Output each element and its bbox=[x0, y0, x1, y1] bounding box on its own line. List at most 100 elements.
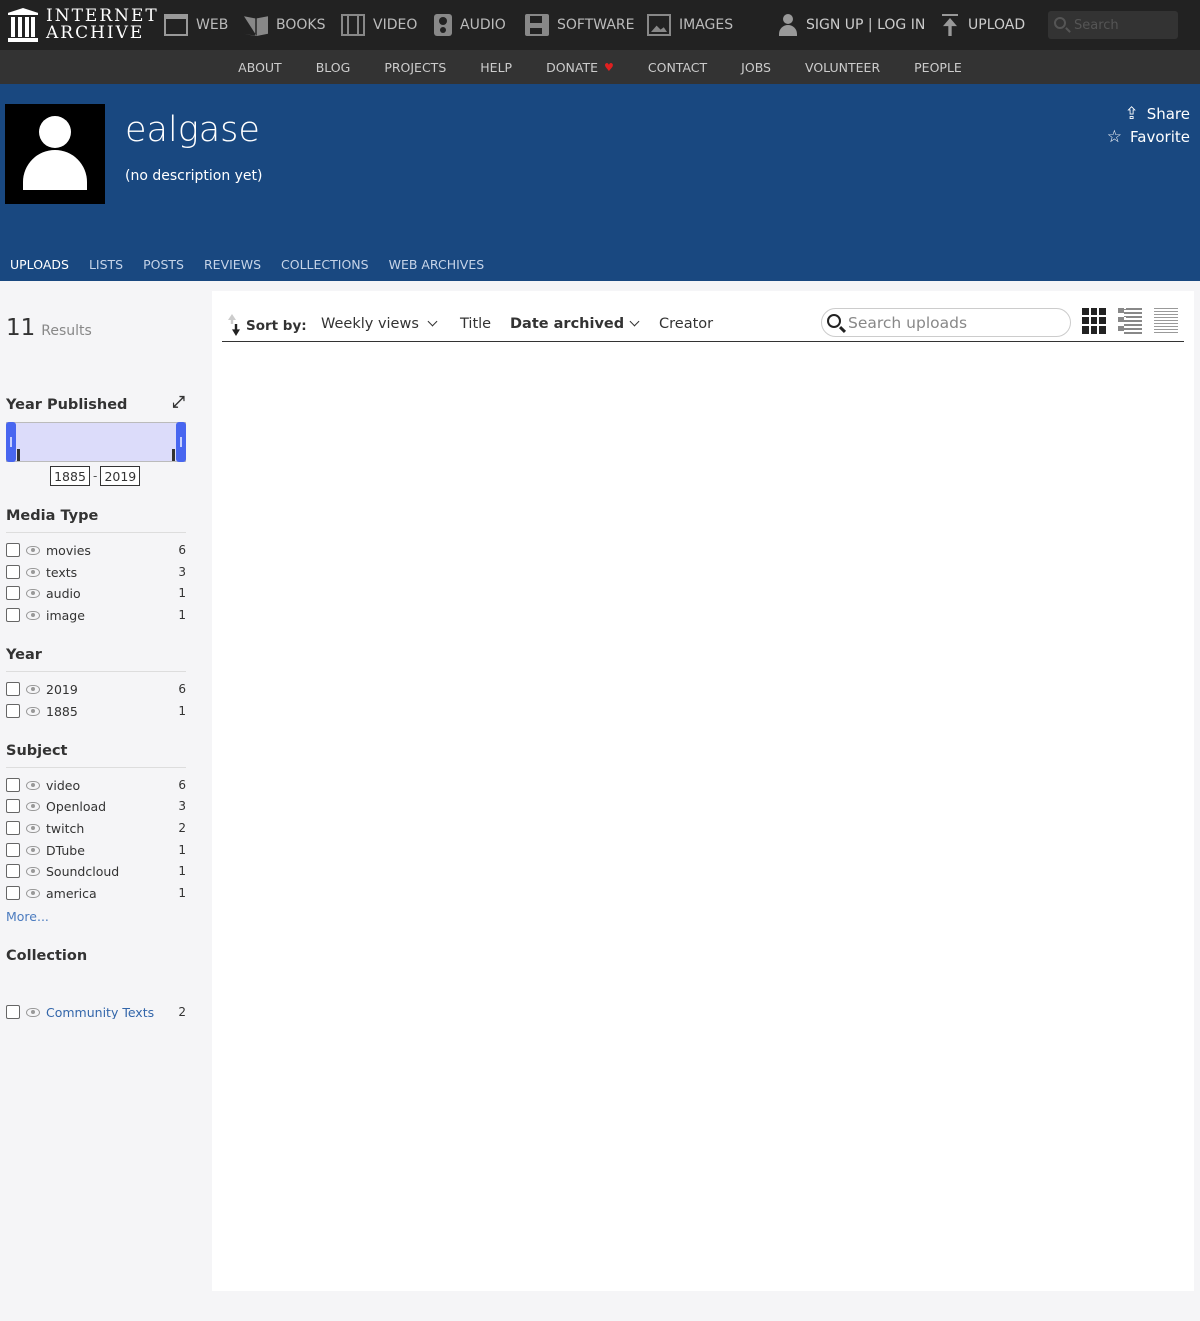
collection-heading: Collection bbox=[6, 948, 88, 964]
results-label: Results bbox=[41, 323, 92, 339]
global-search-input[interactable] bbox=[1074, 15, 1170, 35]
tab-collections[interactable]: COLLECTIONS bbox=[281, 249, 369, 281]
eye-icon[interactable] bbox=[26, 845, 40, 855]
facet-label[interactable]: Soundcloud bbox=[46, 864, 176, 879]
year-published-title: Year Published bbox=[6, 397, 128, 413]
facet-label[interactable]: america bbox=[46, 886, 176, 901]
facet-checkbox[interactable] bbox=[6, 682, 20, 696]
facet-checkbox[interactable] bbox=[6, 565, 20, 579]
facet-label[interactable]: DTube bbox=[46, 843, 176, 858]
tab-reviews[interactable]: REVIEWS bbox=[204, 249, 261, 281]
share-button[interactable]: ⇪ Share bbox=[1124, 104, 1190, 124]
nav-web-label: WEB bbox=[196, 17, 229, 33]
eye-icon[interactable] bbox=[26, 588, 40, 598]
signup-login-label: SIGN UP | LOG IN bbox=[806, 17, 926, 33]
facet-label[interactable]: audio bbox=[46, 586, 176, 601]
facet-label[interactable]: movies bbox=[46, 543, 176, 558]
facet-checkbox[interactable] bbox=[6, 543, 20, 557]
facet-checkbox[interactable] bbox=[6, 704, 20, 718]
subject-more-link[interactable]: More... bbox=[6, 909, 49, 924]
range-handle-right[interactable] bbox=[176, 422, 186, 462]
facet-checkbox[interactable] bbox=[6, 608, 20, 622]
global-search bbox=[1048, 11, 1178, 39]
nav-images-label: IMAGES bbox=[679, 17, 734, 33]
tab-web-archives[interactable]: WEB ARCHIVES bbox=[389, 249, 485, 281]
nav-audio[interactable]: AUDIO bbox=[434, 0, 506, 50]
facet-label[interactable]: video bbox=[46, 778, 176, 793]
facet-label[interactable]: Community Texts bbox=[46, 1005, 176, 1020]
eye-icon[interactable] bbox=[26, 706, 40, 716]
software-icon bbox=[525, 14, 549, 36]
subnav-volunteer[interactable]: VOLUNTEER bbox=[788, 60, 897, 75]
tab-uploads[interactable]: UPLOADS bbox=[10, 249, 69, 281]
sort-weekly-views[interactable]: Weekly views bbox=[321, 316, 438, 332]
facet-checkbox[interactable] bbox=[6, 586, 20, 600]
subnav-contact[interactable]: CONTACT bbox=[631, 60, 724, 75]
nav-books[interactable]: BOOKS bbox=[244, 0, 325, 50]
facet-checkbox[interactable] bbox=[6, 886, 20, 900]
eye-icon[interactable] bbox=[26, 823, 40, 833]
year-to-input[interactable] bbox=[100, 466, 141, 486]
upload-search-input[interactable] bbox=[848, 312, 1058, 334]
nav-web[interactable]: WEB bbox=[164, 0, 228, 50]
list-detail-view-icon[interactable] bbox=[1118, 308, 1142, 334]
subnav-help[interactable]: HELP bbox=[463, 60, 529, 75]
sort-title[interactable]: Title bbox=[460, 316, 491, 332]
facet-checkbox[interactable] bbox=[6, 843, 20, 857]
video-icon bbox=[341, 14, 365, 36]
subnav-about[interactable]: ABOUT bbox=[221, 60, 299, 75]
facet-label[interactable]: texts bbox=[46, 565, 176, 580]
subnav-blog[interactable]: BLOG bbox=[299, 60, 368, 75]
facet-label[interactable]: 1885 bbox=[46, 704, 176, 719]
subnav-people[interactable]: PEOPLE bbox=[897, 60, 979, 75]
facet-checkbox[interactable] bbox=[6, 821, 20, 835]
facet-count: 6 bbox=[178, 682, 186, 696]
eye-icon[interactable] bbox=[26, 888, 40, 898]
facet-label[interactable]: 2019 bbox=[46, 682, 176, 697]
signup-login-link[interactable]: SIGN UP | LOG IN bbox=[778, 0, 925, 50]
search-icon[interactable] bbox=[1054, 17, 1066, 29]
year-published-heading: Year Published bbox=[6, 392, 186, 413]
eye-icon[interactable] bbox=[26, 1007, 40, 1017]
eye-icon[interactable] bbox=[26, 780, 40, 790]
subnav-projects[interactable]: PROJECTS bbox=[367, 60, 463, 75]
subnav-donate[interactable]: DONATE ♥ bbox=[529, 60, 631, 75]
year-from-input[interactable] bbox=[50, 466, 90, 486]
search-icon[interactable] bbox=[827, 314, 841, 328]
tab-lists[interactable]: LISTS bbox=[89, 249, 123, 281]
eye-icon[interactable] bbox=[26, 801, 40, 811]
eye-icon[interactable] bbox=[26, 545, 40, 555]
range-handle-left[interactable] bbox=[6, 422, 16, 462]
expand-icon[interactable] bbox=[172, 392, 186, 412]
facet-count: 2 bbox=[178, 821, 186, 835]
favorite-button[interactable]: ☆ Favorite bbox=[1107, 127, 1190, 147]
chevron-down-icon bbox=[427, 316, 438, 327]
facet-label[interactable]: Openload bbox=[46, 799, 176, 814]
upload-link[interactable]: UPLOAD bbox=[940, 0, 1025, 50]
compact-list-view-icon[interactable] bbox=[1154, 308, 1178, 334]
eye-icon[interactable] bbox=[26, 567, 40, 577]
sort-date-archived[interactable]: Date archived bbox=[510, 316, 640, 332]
avatar bbox=[5, 104, 105, 204]
nav-video[interactable]: VIDEO bbox=[341, 0, 417, 50]
facet-checkbox[interactable] bbox=[6, 1005, 20, 1019]
facet-label[interactable]: twitch bbox=[46, 821, 176, 836]
subnav-jobs[interactable]: JOBS bbox=[724, 60, 788, 75]
grid-view-icon[interactable] bbox=[1082, 308, 1106, 334]
internet-archive-logo[interactable]: INTERNET ARCHIVE bbox=[8, 8, 159, 42]
upload-icon bbox=[940, 14, 960, 36]
favorite-label: Favorite bbox=[1130, 128, 1190, 146]
sort-direction-icon[interactable] bbox=[226, 314, 240, 336]
nav-software[interactable]: SOFTWARE bbox=[525, 0, 635, 50]
facet-label[interactable]: image bbox=[46, 608, 176, 623]
eye-icon[interactable] bbox=[26, 866, 40, 876]
eye-icon[interactable] bbox=[26, 684, 40, 694]
nav-images[interactable]: IMAGES bbox=[647, 0, 733, 50]
facet-checkbox[interactable] bbox=[6, 799, 20, 813]
year-range-slider[interactable] bbox=[6, 422, 186, 462]
sort-creator[interactable]: Creator bbox=[659, 316, 713, 332]
eye-icon[interactable] bbox=[26, 610, 40, 620]
facet-checkbox[interactable] bbox=[6, 864, 20, 878]
tab-posts[interactable]: POSTS bbox=[143, 249, 184, 281]
facet-checkbox[interactable] bbox=[6, 778, 20, 792]
